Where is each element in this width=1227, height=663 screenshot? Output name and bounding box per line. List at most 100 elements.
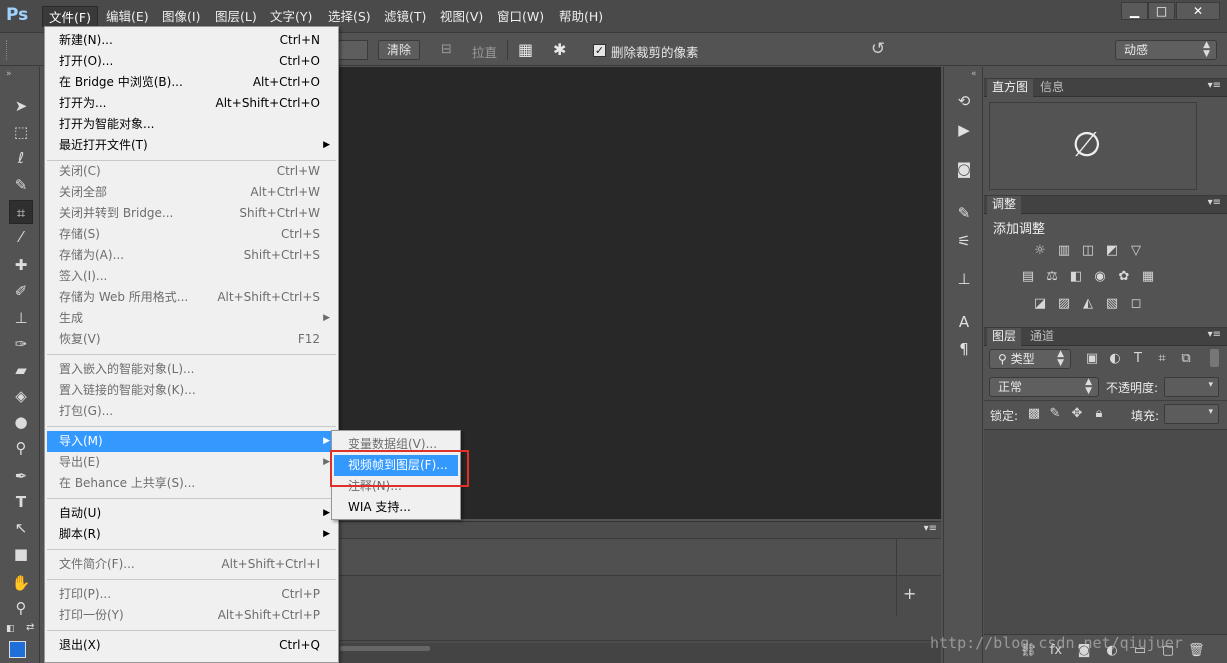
curves-icon[interactable]: ◫: [1080, 243, 1096, 259]
file-menu-item[interactable]: 最近打开文件(T) ▶: [47, 135, 336, 156]
channel-mixer-icon[interactable]: ✿: [1116, 269, 1132, 285]
straighten-icon[interactable]: ⊟: [441, 42, 452, 57]
black-white-icon[interactable]: ◧: [1068, 269, 1084, 285]
workspace-select[interactable]: 动感 ▲ ▼: [1115, 40, 1217, 60]
menu-window[interactable]: 窗口(W): [491, 6, 550, 27]
tab-adjustments[interactable]: 调整: [987, 196, 1022, 214]
brush-tool-icon[interactable]: ✐: [9, 279, 33, 303]
import-submenu-item[interactable]: WIA 支持...: [334, 497, 458, 518]
vibrance-icon[interactable]: ▽: [1128, 243, 1144, 259]
trash-icon[interactable]: 🗑︎: [1188, 643, 1205, 659]
file-menu-item[interactable]: 在 Bridge 中浏览(B)... Alt+Ctrl+O: [47, 72, 336, 93]
clear-button[interactable]: 清除: [378, 40, 421, 60]
gear-icon[interactable]: ✱: [553, 40, 566, 59]
file-menu-item[interactable]: 打开(O)... Ctrl+O: [47, 51, 336, 72]
healing-brush-tool-icon[interactable]: ✚: [9, 253, 33, 277]
menu-help[interactable]: 帮助(H): [553, 6, 609, 27]
file-menu-item[interactable]: 打开为... Alt+Shift+Ctrl+O: [47, 93, 336, 114]
lock-position-icon[interactable]: ✥: [1069, 406, 1085, 422]
quick-select-tool-icon[interactable]: ✎: [9, 173, 33, 197]
threshold-icon[interactable]: ◭: [1080, 296, 1096, 312]
file-menu-item[interactable]: 新建(N)... Ctrl+N: [47, 30, 336, 51]
panel-menu-icon[interactable]: ▾≡: [1208, 80, 1221, 91]
menu-layer[interactable]: 图层(L): [209, 6, 263, 27]
dodge-tool-icon[interactable]: ⚲: [9, 436, 33, 460]
foreground-color-swatch[interactable]: [9, 641, 26, 658]
file-menu-item[interactable]: 自动(U) ▶: [47, 503, 336, 524]
default-colors-icon[interactable]: ◧: [6, 624, 15, 634]
layer-comps-icon[interactable]: ◙: [952, 157, 976, 181]
blur-tool-icon[interactable]: ●: [9, 410, 33, 434]
grid-overlay-icon[interactable]: ▦: [518, 40, 533, 59]
gradient-map-icon[interactable]: ▧: [1104, 296, 1120, 312]
ratio-input[interactable]: [338, 40, 368, 60]
file-menu-item[interactable]: 脚本(R) ▶: [47, 524, 336, 545]
file-menu-item[interactable]: 打开为智能对象...: [47, 114, 336, 135]
menu-edit[interactable]: 编辑(E): [100, 6, 155, 27]
exposure-icon[interactable]: ◩: [1104, 243, 1120, 259]
marquee-tool-icon[interactable]: ⬚: [9, 120, 33, 144]
filter-toggle-switch[interactable]: [1210, 349, 1219, 367]
panel-menu-icon[interactable]: ▾≡: [1208, 329, 1221, 340]
filter-adjustment-icon[interactable]: ◐: [1107, 351, 1123, 367]
pen-tool-icon[interactable]: ✒: [9, 464, 33, 488]
filter-type-icon[interactable]: T: [1130, 351, 1146, 367]
menu-view[interactable]: 视图(V): [434, 6, 489, 27]
blend-mode-select[interactable]: 正常 ▲ ▼: [989, 377, 1099, 397]
menu-image[interactable]: 图像(I): [156, 6, 206, 27]
menu-file[interactable]: 文件(F): [42, 6, 98, 27]
panel-menu-icon[interactable]: ▾≡: [1208, 197, 1221, 208]
posterize-icon[interactable]: ▨: [1056, 296, 1072, 312]
menu-select[interactable]: 选择(S): [322, 6, 377, 27]
eraser-tool-icon[interactable]: ▰: [9, 358, 33, 382]
history-panel-icon[interactable]: ⟲: [952, 89, 976, 113]
brush-panel-icon[interactable]: ✎: [952, 201, 976, 225]
tab-info[interactable]: 信息: [1035, 79, 1069, 97]
eyedropper-tool-icon[interactable]: ⁄: [9, 225, 33, 249]
collapse-panel-icon[interactable]: »: [6, 69, 12, 79]
tab-channels[interactable]: 通道: [1025, 328, 1059, 346]
character-panel-icon[interactable]: A: [952, 310, 976, 334]
move-tool-icon[interactable]: ➤: [9, 94, 33, 118]
paragraph-panel-icon[interactable]: ¶: [952, 337, 976, 361]
maximize-button[interactable]: □: [1148, 2, 1175, 20]
reset-icon[interactable]: ↺: [871, 39, 885, 59]
type-tool-icon[interactable]: T: [9, 490, 33, 514]
photo-filter-icon[interactable]: ◉: [1092, 269, 1108, 285]
color-lookup-icon[interactable]: ▦: [1140, 269, 1156, 285]
lock-pixels-icon[interactable]: ✎: [1047, 406, 1063, 422]
actions-panel-icon[interactable]: ▶: [952, 118, 976, 142]
collapse-dock-icon[interactable]: «: [971, 69, 977, 79]
tab-histogram[interactable]: 直方图: [987, 79, 1034, 97]
rectangle-tool-icon[interactable]: ■: [9, 542, 33, 566]
levels-icon[interactable]: ▥: [1056, 243, 1072, 259]
clone-stamp-tool-icon[interactable]: ⊥: [9, 306, 33, 330]
timeline-zoom-slider[interactable]: [340, 646, 430, 651]
file-menu-item[interactable]: 退出(X) Ctrl+Q: [47, 635, 336, 656]
history-brush-tool-icon[interactable]: ✑: [9, 332, 33, 356]
hue-saturation-icon[interactable]: ▤: [1020, 269, 1036, 285]
opacity-input[interactable]: ▾: [1164, 377, 1219, 397]
tab-layers[interactable]: 图层: [987, 328, 1022, 346]
clone-source-icon[interactable]: ⊥: [952, 267, 976, 291]
crop-tool-icon[interactable]: ⌗: [9, 200, 33, 224]
color-balance-icon[interactable]: ⚖: [1044, 269, 1060, 285]
selective-color-icon[interactable]: ◻: [1128, 296, 1144, 312]
options-grip[interactable]: [6, 40, 8, 60]
menu-filter[interactable]: 滤镜(T): [378, 6, 432, 27]
minimize-button[interactable]: ▁: [1121, 2, 1148, 20]
filter-smart-object-icon[interactable]: ⧉: [1178, 351, 1194, 367]
path-select-tool-icon[interactable]: ↖: [9, 516, 33, 540]
zoom-tool-icon[interactable]: ⚲: [9, 596, 33, 620]
filter-pixel-icon[interactable]: ▣: [1084, 351, 1100, 367]
file-menu-item[interactable]: 导入(M) ▶: [47, 431, 336, 452]
layer-filter-select[interactable]: ⚲ 类型 ▲ ▼: [989, 349, 1071, 369]
menu-type[interactable]: 文字(Y): [264, 6, 318, 27]
lasso-tool-icon[interactable]: ℓ: [9, 146, 33, 170]
lock-transparency-icon[interactable]: ▩: [1026, 406, 1042, 422]
brush-presets-icon[interactable]: ⚟: [952, 229, 976, 253]
straighten-label[interactable]: 拉直: [472, 42, 497, 61]
swap-colors-icon[interactable]: ⇄: [26, 622, 34, 633]
close-button[interactable]: ✕: [1176, 2, 1220, 20]
brightness-icon[interactable]: ☼: [1032, 243, 1048, 259]
